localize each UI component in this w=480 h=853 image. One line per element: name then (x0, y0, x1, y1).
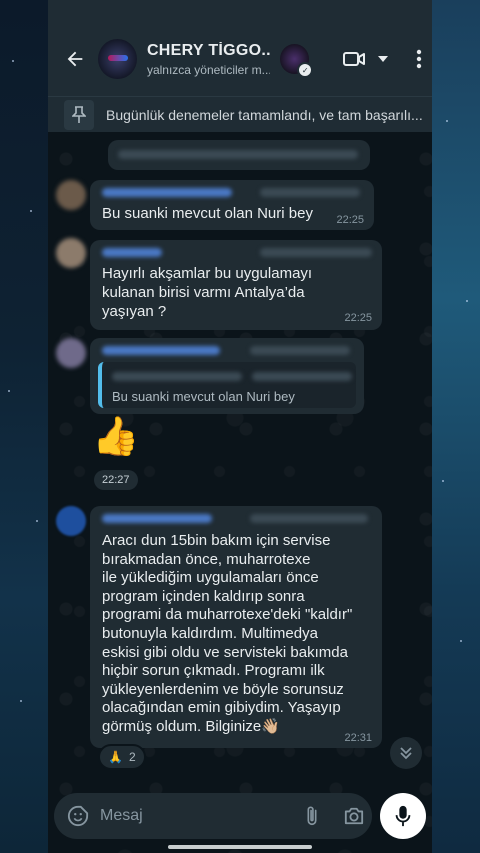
sticker-time-badge: 22:27 (94, 470, 138, 490)
call-options-button[interactable] (376, 37, 391, 81)
thumbs-up-emoji[interactable]: 👍 (92, 418, 139, 456)
chat-title-block[interactable]: CHERY TİGGO... yalnızca yöneticiler m... (147, 42, 270, 77)
message-input[interactable] (100, 807, 280, 825)
community-avatar[interactable]: ✓ (280, 44, 314, 78)
sender-name (102, 346, 220, 355)
group-avatar[interactable] (98, 39, 137, 79)
attach-icon (307, 806, 317, 826)
message-bubble-partial[interactable] (108, 140, 370, 170)
message-text: Hayırlı akşamlar bu uygulamayı kulanan b… (102, 265, 313, 320)
reaction-badge[interactable]: 🙏 2 (98, 744, 146, 770)
sender-name (102, 188, 232, 197)
sender-name (102, 248, 162, 257)
avatar[interactable] (56, 238, 86, 268)
camera-button[interactable] (336, 798, 372, 834)
back-button[interactable] (54, 37, 96, 81)
message-bubble[interactable]: Aracı dun 15bin bakım için servise bırak… (90, 506, 382, 748)
message-time: 22:25 (336, 214, 364, 226)
video-call-button[interactable] (333, 37, 375, 81)
check-icon: ✓ (299, 64, 312, 76)
message-bubble[interactable]: Bu suanki mevcut olan Nuri bey 22:25 (90, 180, 374, 230)
message-composer (54, 793, 372, 839)
more-vert-icon (416, 49, 421, 69)
video-call-icon (343, 52, 366, 66)
avatar[interactable] (56, 180, 86, 210)
home-indicator[interactable] (168, 845, 312, 849)
message-line: yükleyenlerdenim ve böyle sorunsuz (102, 680, 344, 698)
message-time: 22:31 (344, 732, 372, 744)
message-line: eskisi gibi oldu ve servisteki bakımda (102, 643, 348, 661)
message-line: programi da muharrotexe'deki "kaldır" (102, 606, 353, 624)
pin-icon (64, 99, 94, 130)
reaction-count: 2 (128, 750, 136, 764)
left-wallpaper-edge (0, 0, 48, 853)
chevron-down-icon (378, 56, 389, 62)
avatar[interactable] (56, 338, 86, 368)
mic-icon (395, 805, 411, 827)
message-time: 22:27 (102, 474, 130, 486)
quoted-message[interactable]: Bu suanki mevcut olan Nuri bey (98, 362, 356, 408)
camera-icon (344, 807, 364, 825)
quoted-phone (252, 372, 352, 381)
double-chevron-down-icon (400, 747, 412, 760)
blurred-text (118, 150, 358, 159)
message-bubble[interactable]: Hayırlı akşamlar bu uygulamayı kulanan b… (90, 240, 382, 330)
message-line: butonuyla kaldırdım. Multimedya (102, 624, 318, 642)
message-line: hiçbir sorun çıkmadı. Programı ilk (102, 662, 325, 680)
more-options-button[interactable] (405, 37, 432, 81)
message-line: olacağından emin gibiydim. Yaşayıp (102, 699, 341, 717)
right-wallpaper-edge (432, 0, 480, 853)
message-line: Aracı dun 15bin bakım için servise (102, 532, 331, 549)
message-line: bırakmadan önce, muharrotexe (102, 550, 311, 568)
group-title: CHERY TİGGO... (146, 41, 271, 59)
message-line: ile yüklediğim uygulamaları önce (102, 569, 319, 587)
quoted-sender (112, 372, 242, 381)
message-time: 22:25 (344, 312, 372, 324)
group-subtitle: yalnızca yöneticiler m... (146, 62, 271, 77)
quoted-text: Bu suanki mevcut olan Nuri bey (112, 389, 295, 404)
attach-button[interactable] (294, 798, 330, 834)
chat-header: CHERY TİGGO... yalnızca yöneticiler m...… (48, 0, 432, 96)
community-badge: ✓ (297, 62, 314, 78)
sender-phone (250, 514, 368, 523)
message-bubble[interactable]: Bu suanki mevcut olan Nuri bey (90, 338, 364, 414)
pray-emoji: 🙏 (108, 750, 123, 764)
sender-phone (250, 346, 350, 355)
sender-name (102, 514, 212, 523)
avatar[interactable] (56, 506, 86, 536)
message-text: Bu suanki mevcut olan Nuri bey (102, 205, 313, 222)
emoji-icon (67, 805, 89, 827)
message-text: Aracı dun 15bin bakım için servise bırak… (102, 532, 378, 737)
back-arrow-icon (67, 51, 83, 67)
emoji-button[interactable] (60, 798, 96, 834)
sender-phone (260, 248, 372, 257)
scroll-to-bottom-button[interactable] (390, 737, 422, 769)
message-line: program içinden kaldırıp sonra (102, 587, 305, 605)
sender-phone (260, 188, 360, 197)
pinned-message-text: Bugünlük denemeler tamamlandı, ve tam ba… (106, 106, 423, 123)
pinned-message-bar[interactable]: Bugünlük denemeler tamamlandı, ve tam ba… (48, 96, 432, 132)
voice-message-button[interactable] (380, 793, 426, 839)
message-line: görmüş oldum. Bilginize👋🏼 (102, 717, 280, 735)
chat-screen: CHERY TİGGO... yalnızca yöneticiler m...… (48, 0, 432, 853)
